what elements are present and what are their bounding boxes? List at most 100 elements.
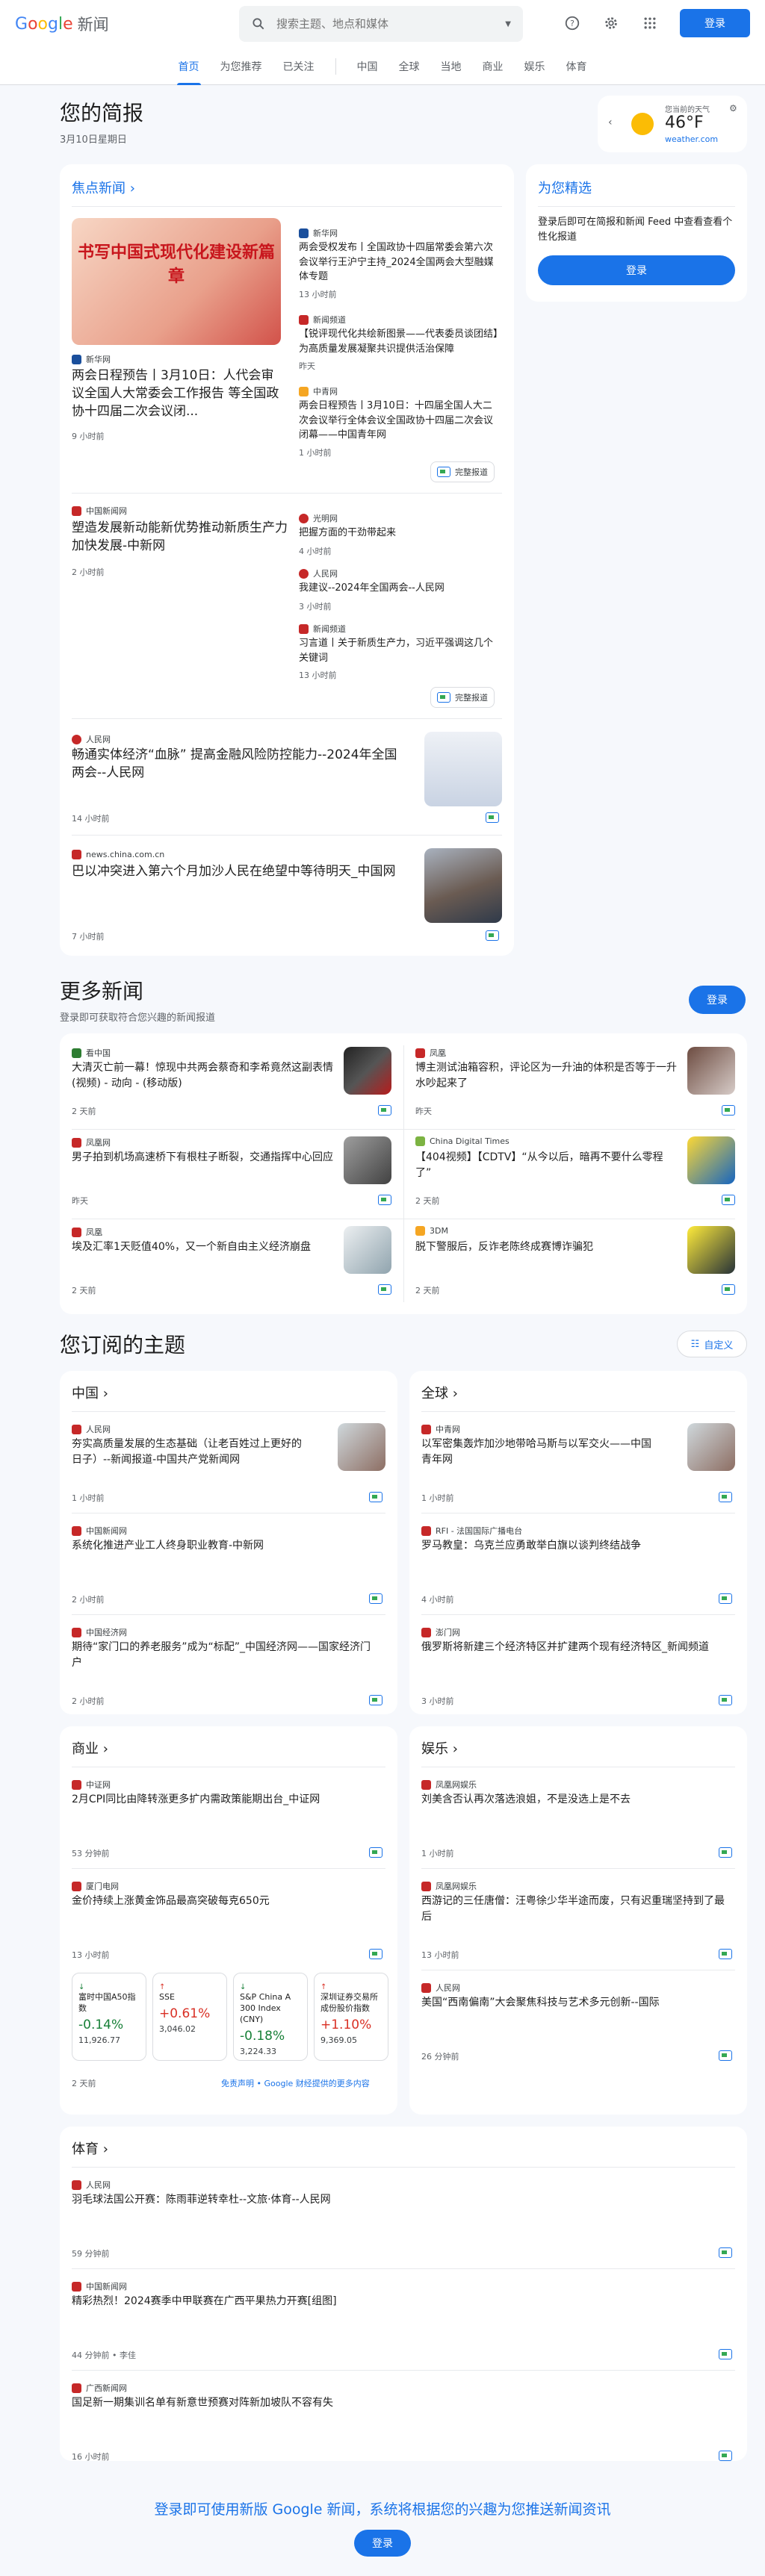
story-title[interactable]: 巴以冲突进入第六个月加沙人民在绝望中等待明天_中国网 (72, 863, 400, 881)
tab-following[interactable]: 已关注 (273, 48, 325, 85)
full-coverage-icon[interactable] (378, 1105, 391, 1116)
story-title[interactable]: 习言道丨关于新质生产力，习近平强调这几个关键词 (299, 636, 501, 665)
more-news-login-button[interactable]: 登录 (689, 986, 746, 1014)
search-box[interactable]: ▼ (239, 6, 523, 42)
tab-for-you[interactable]: 为您推荐 (210, 48, 273, 85)
search-input[interactable] (276, 17, 495, 31)
full-coverage-button[interactable]: 完整报道 (430, 461, 495, 482)
stock-chip[interactable]: ↓ S&P China A 300 Index (CNY) -0.18% 3,224.… (233, 1973, 308, 2061)
apps-grid-icon[interactable] (641, 14, 659, 32)
story-title[interactable]: 系统化推进产业工人终身职业教育-中新网 (72, 1538, 380, 1554)
full-coverage-icon[interactable] (719, 2247, 732, 2258)
full-coverage-icon[interactable] (378, 1195, 391, 1205)
story-title[interactable]: 期待“家门口的养老服务”成为“标配”_中国经济网——国家经济门户 (72, 1640, 380, 1671)
story-title[interactable]: 国足新一期集训名单有新意世预赛对阵新加坡队不容有失 (72, 2395, 729, 2411)
weather-source[interactable]: weather.com (665, 134, 718, 144)
story-title[interactable]: 夯实高质量发展的生态基础（让老百姓过上更好的日子）--新闻报道-中国共产党新闻网 (72, 1437, 305, 1468)
story-title[interactable]: 2月CPI同比由降转涨更多扩内需政策能期出台_中证网 (72, 1792, 380, 1808)
story-title[interactable]: 羽毛球法国公开赛：陈雨菲逆转幸杜--文旅·体育--人民网 (72, 2192, 729, 2208)
for-you-login-button[interactable]: 登录 (538, 255, 735, 285)
full-coverage-icon[interactable] (722, 1284, 735, 1295)
customize-button[interactable]: ☷ 自定义 (677, 1331, 747, 1357)
full-coverage-button[interactable]: 完整报道 (430, 687, 495, 708)
full-coverage-icon[interactable] (719, 2451, 732, 2461)
topic-link-china[interactable]: 中国 › (72, 1383, 108, 1402)
story-title[interactable]: 精彩热烈！2024赛季中甲联赛在广西平果热力开赛[组图] (72, 2294, 729, 2309)
full-coverage-icon[interactable] (719, 2349, 732, 2359)
story-title[interactable]: 塑造发展新动能新优势推动新质生产力加快发展-中新网 (72, 520, 288, 556)
topic-link-sports[interactable]: 体育 › (72, 2138, 108, 2158)
story-thumbnail[interactable] (344, 1047, 391, 1095)
tab-entertainment[interactable]: 娱乐 (514, 48, 556, 85)
story-title[interactable]: 刘美含否认再次落选浪姐，不是没选上是不去 (421, 1792, 729, 1808)
story-thumbnail[interactable] (344, 1136, 391, 1184)
chevron-down-icon[interactable]: ▼ (505, 20, 511, 28)
story-title[interactable]: 两会日程预告丨3月10日：十四届全国人大二次会议举行全体会议全国政协十四届二次会… (299, 399, 501, 443)
search-icon[interactable] (251, 16, 266, 31)
full-coverage-icon[interactable] (369, 1695, 382, 1705)
story-title[interactable]: 金价持续上涨黄金饰品最高突破每克650元 (72, 1894, 380, 1909)
weather-widget[interactable]: ‹ 您当前的天气 46°F weather.com ⚙ (598, 96, 747, 152)
stock-chip[interactable]: ↓ 富时中国A50指数 -0.14% 11,926.77 (72, 1973, 146, 2061)
stock-chip[interactable]: ↑ SSE +0.61% 3,046.02 (152, 1973, 227, 2061)
story-title[interactable]: 大清灭亡前一幕！惊现中共两会蔡奇和李希竟然这副表情(视频) - 动向 - (移动… (72, 1060, 333, 1092)
story-thumbnail[interactable] (687, 1423, 735, 1471)
story-title[interactable]: 畅通实体经济“血脉” 提高金融风险防控能力--2024年全国两会--人民网 (72, 747, 400, 783)
story-thumbnail[interactable] (424, 848, 502, 923)
tab-world[interactable]: 全球 (388, 48, 430, 85)
tab-sports[interactable]: 体育 (556, 48, 598, 85)
story-thumbnail[interactable] (424, 732, 502, 806)
main-story-title[interactable]: 两会日程预告丨3月10日：人代会审议全国人大常委会工作报告 等全国政协十四届二次… (72, 367, 281, 420)
footer-login-button[interactable]: 登录 (354, 2530, 411, 2557)
settings-icon[interactable]: ⚙ (729, 103, 737, 113)
finance-disclaimer[interactable]: 免责声明 • Google 财经提供的更多内容 (221, 2077, 370, 2089)
story-title[interactable]: 脱下警服后，反诈老陈终成赛博诈骗犯 (415, 1239, 677, 1255)
story-title[interactable]: 埃及汇率1天贬值40%，又一个新自由主义经济崩盘 (72, 1239, 333, 1255)
story-title[interactable]: 【锐评现代化共绘新图景——代表委员谈团结】为高质量发展凝聚共识提供活治保障 (299, 327, 501, 356)
tab-business[interactable]: 商业 (472, 48, 514, 85)
login-button[interactable]: 登录 (680, 9, 750, 37)
story-title[interactable]: 两会受权发布丨全国政协十四届常委会第六次会议举行王沪宁主持_2024全国两会大型… (299, 240, 501, 284)
story-thumbnail[interactable] (687, 1136, 735, 1184)
story-title[interactable]: 男子拍到机场高速桥下有根柱子断裂，交通指挥中心回应 (72, 1150, 333, 1166)
full-coverage-icon[interactable] (719, 1949, 732, 1959)
story-thumbnail[interactable] (687, 1226, 735, 1274)
tab-china[interactable]: 中国 (347, 48, 388, 85)
full-coverage-icon[interactable] (719, 1695, 732, 1705)
story-thumbnail[interactable] (338, 1423, 385, 1471)
full-coverage-icon[interactable] (378, 1284, 391, 1295)
help-icon[interactable]: ? (563, 14, 581, 32)
full-coverage-icon[interactable] (369, 1492, 382, 1502)
story-title[interactable]: 西游记的三任唐僧：汪粤徐少华半途而废，只有迟重瑞坚持到了最后 (421, 1894, 729, 1925)
full-coverage-icon[interactable] (719, 1593, 732, 1604)
story-title[interactable]: 【404视频】【CDTV】“从今以后，暗再不要什么零程了” (415, 1150, 677, 1181)
main-story-image[interactable]: 书写中国式现代化建设新篇章 (72, 218, 281, 345)
topic-link-business[interactable]: 商业 › (72, 1738, 108, 1758)
story-title[interactable]: 以军密集轰炸加沙地带哈马斯与以军交火——中国青年网 (421, 1437, 654, 1468)
full-coverage-icon[interactable] (486, 930, 499, 941)
topic-link-world[interactable]: 全球 › (421, 1383, 458, 1402)
story-title[interactable]: 美国“西南偏南”大会聚焦科技与艺术多元创新--国际 (421, 1995, 729, 2011)
story-title[interactable]: 罗马教皇：乌克兰应勇敢举白旗以谈判终结战争 (421, 1538, 729, 1554)
story-title[interactable]: 把握方面的干劲带起来 (299, 526, 501, 541)
stock-chip[interactable]: ↑ 深圳证券交易所成份股价指数 +1.10% 9,369.05 (314, 1973, 388, 2061)
tab-local[interactable]: 当地 (430, 48, 472, 85)
full-coverage-icon[interactable] (719, 1847, 732, 1858)
full-coverage-icon[interactable] (369, 1593, 382, 1604)
story-title[interactable]: 我建议--2024年全国两会--人民网 (299, 581, 501, 596)
full-coverage-icon[interactable] (486, 812, 499, 823)
full-coverage-icon[interactable] (722, 1105, 735, 1116)
story-thumbnail[interactable] (344, 1226, 391, 1274)
google-news-logo[interactable]: Google 新闻 (15, 13, 239, 35)
gear-icon[interactable] (602, 14, 620, 32)
full-coverage-icon[interactable] (719, 2050, 732, 2061)
story-thumbnail[interactable] (687, 1047, 735, 1095)
full-coverage-icon[interactable] (719, 1492, 732, 1502)
full-coverage-icon[interactable] (369, 1847, 382, 1858)
story-title[interactable]: 俄罗斯将新建三个经济特区并扩建两个现有经济特区_新闻频道 (421, 1640, 729, 1655)
tab-home[interactable]: 首页 (168, 48, 210, 85)
chevron-left-icon[interactable]: ‹ (608, 116, 613, 128)
topic-link-ent[interactable]: 娱乐 › (421, 1738, 458, 1758)
full-coverage-icon[interactable] (722, 1195, 735, 1205)
story-title[interactable]: 博主测试油箱容积，评论区为一升油的体积是否等于一升水吵起来了 (415, 1060, 677, 1092)
